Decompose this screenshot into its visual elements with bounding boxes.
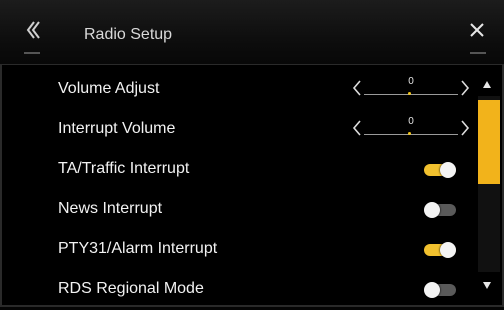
row-label: Volume Adjust [58,80,160,97]
stepper-indicator [408,132,411,135]
volume-adjust-stepper[interactable]: 0 [346,76,470,102]
row-label: PTY31/Alarm Interrupt [58,240,218,257]
row-label: Interrupt Volume [58,120,176,137]
toggle-knob [440,162,456,178]
rds-regional-toggle[interactable] [424,280,456,300]
stepper-value: 0 [408,76,414,87]
row-label: News Interrupt [58,200,163,217]
pty31-alarm-toggle[interactable] [424,240,456,260]
row-volume-adjust: Volume Adjust 0 [0,70,470,110]
chevron-right-icon[interactable] [458,118,472,138]
row-interrupt-volume: Interrupt Volume 0 [0,110,470,150]
settings-list: Volume Adjust 0 Interrupt Volume 0 TA/Tr… [0,66,470,310]
scrollbar-thumb[interactable] [478,100,500,184]
triangle-down-icon[interactable] [480,278,494,292]
ta-traffic-toggle[interactable] [424,160,456,180]
toggle-knob [440,242,456,258]
news-interrupt-toggle[interactable] [424,200,456,220]
row-label: TA/Traffic Interrupt [58,160,190,177]
row-pty31-alarm-interrupt: PTY31/Alarm Interrupt [0,230,468,270]
interrupt-volume-stepper[interactable]: 0 [346,116,470,142]
stepper-indicator [408,92,411,95]
close-button[interactable] [464,16,490,54]
row-label: RDS Regional Mode [58,280,204,297]
triangle-up-icon[interactable] [480,78,494,92]
header-bar: Radio Setup [0,0,504,65]
stepper-value: 0 [408,116,414,127]
stepper-track [364,134,458,135]
row-news-interrupt: News Interrupt [0,190,468,230]
close-underline [470,52,486,54]
close-icon [470,23,484,37]
toggle-knob [424,282,440,298]
back-button[interactable] [20,16,46,54]
toggle-knob [424,202,440,218]
stepper-track [364,94,458,95]
row-ta-traffic-interrupt: TA/Traffic Interrupt [0,150,468,190]
chevron-right-icon[interactable] [458,78,472,98]
page-title: Radio Setup [84,26,173,43]
back-underline [24,52,40,54]
row-rds-regional-mode: RDS Regional Mode [0,270,468,310]
double-chevron-left-icon [26,21,40,39]
